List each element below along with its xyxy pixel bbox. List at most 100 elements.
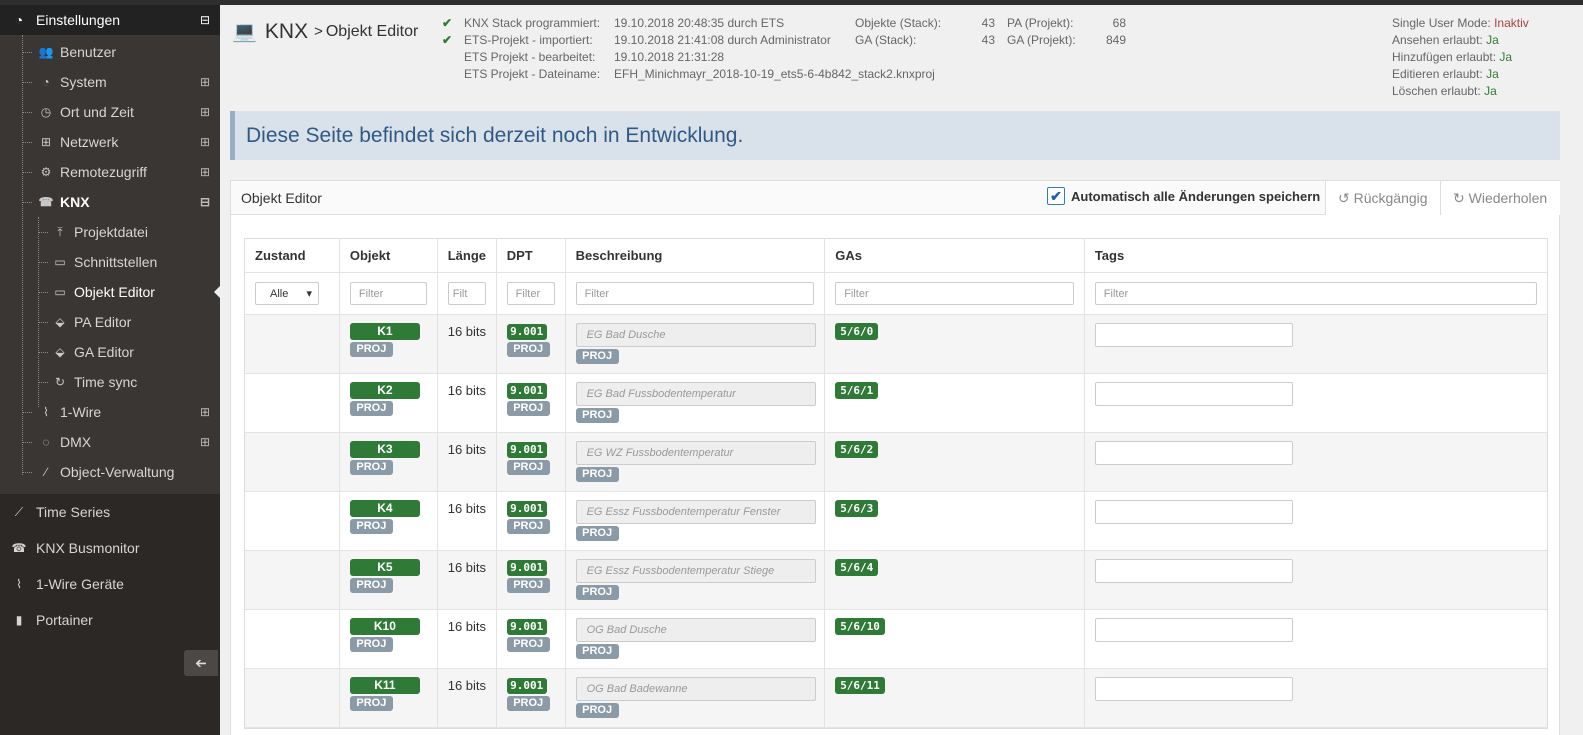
sidebar-item-ort-und-zeit[interactable]: ◷ Ort und Zeit ⊞ — [0, 97, 220, 127]
tags-input[interactable] — [1094, 382, 1293, 406]
sidebar-item-label: Remotezugriff — [60, 164, 147, 180]
column-header[interactable]: Beschreibung — [566, 238, 826, 273]
ga-badge[interactable]: 5/6/11 — [835, 677, 885, 694]
table-row[interactable]: K3 PROJ 16 bits 9.001 PROJ EG WZ Fussbodentem… — [245, 433, 1547, 492]
tags-filter-input[interactable]: Filter — [1094, 282, 1538, 305]
beschreibung-filter-input[interactable]: Filter — [575, 282, 815, 305]
expand-toggle-icon[interactable]: ⊞ — [200, 135, 210, 149]
description-input[interactable]: EG Bad Fussbodentemperatur — [575, 382, 816, 406]
object-badge[interactable]: K11 — [349, 677, 420, 694]
table-row[interactable]: K10 PROJ 16 bits 9.001 PROJ OG Bad Dusche PROJ… — [245, 610, 1547, 669]
expand-toggle-icon[interactable]: ⊞ — [200, 405, 210, 419]
ga-badge[interactable]: 5/6/0 — [835, 323, 879, 340]
dpt-badge[interactable]: 9.001 — [506, 501, 547, 517]
sidebar-item-system[interactable]: ◔ System ⊞ — [0, 67, 220, 97]
autosave-checkbox[interactable]: ✔ — [1047, 187, 1065, 205]
expand-toggle-icon[interactable]: ⊞ — [200, 75, 210, 89]
tags-input[interactable] — [1094, 323, 1293, 347]
description-input[interactable]: EG Essz Fussbodentemperatur Fenster — [575, 500, 816, 524]
dpt-badge[interactable]: 9.001 — [506, 383, 547, 399]
table-row[interactable]: K11 PROJ 16 bits 9.001 PROJ OG Bad Badewanne P… — [245, 669, 1547, 728]
collapse-toggle-icon[interactable]: ⊟ — [200, 13, 210, 27]
object-badge[interactable]: K1 — [349, 323, 420, 340]
column-header[interactable]: Objekt — [340, 238, 438, 273]
sidebar-item-projektdatei[interactable]: ⤒ Projektdatei — [0, 217, 220, 247]
tags-input[interactable] — [1094, 559, 1293, 583]
sidebar-item-dmx[interactable]: ◌ DMX ⊞ — [0, 427, 220, 457]
object-badge[interactable]: K2 — [349, 382, 420, 399]
column-header[interactable]: Tags — [1085, 239, 1547, 273]
tags-input[interactable] — [1094, 500, 1293, 524]
zustand-filter-select[interactable]: Alle ▾ — [255, 282, 319, 305]
undo-button[interactable]: ↺ Rückgängig — [1325, 181, 1440, 215]
tags-input[interactable] — [1094, 677, 1293, 701]
column-header[interactable]: Länge — [438, 238, 497, 273]
table-row[interactable]: K5 PROJ 16 bits 9.001 PROJ EG Essz Fussbodent… — [245, 551, 1547, 610]
sidebar-header-einstellungen[interactable]: ◔ Einstellungen ⊟ — [0, 5, 220, 35]
expand-toggle-icon[interactable]: ⊞ — [200, 165, 210, 179]
ga-badge[interactable]: 5/6/4 — [835, 559, 879, 576]
object-badge[interactable]: K4 — [349, 500, 420, 517]
laptop-icon: ▭ — [54, 285, 66, 299]
sidebar-item-remotezugriff[interactable]: ⚙ Remotezugriff ⊞ — [0, 157, 220, 187]
table-header-row: Zustand Objekt Länge DPT Beschreibung GAs Tags — [245, 238, 1547, 273]
sidebar-item-benutzer[interactable]: 👥 Benutzer — [0, 37, 220, 67]
dpt-filter-input[interactable]: Filter — [506, 282, 555, 305]
single-user-status: Inaktiv — [1494, 16, 1529, 30]
redo-button[interactable]: ↻ Wiederholen — [1440, 181, 1560, 215]
sidebar-item-portainer[interactable]: ▮ Portainer — [0, 602, 220, 638]
dpt-badge[interactable]: 9.001 — [506, 678, 547, 694]
laenge-filter-input[interactable]: Filt — [447, 282, 486, 305]
sidebar-item-schnittstellen[interactable]: ▭ Schnittstellen — [0, 247, 220, 277]
sidebar-item-1-wire-geraete[interactable]: ⌇ 1-Wire Geräte — [0, 566, 220, 602]
portainer-icon: ▮ — [15, 613, 23, 627]
table-row[interactable]: K1 PROJ 16 bits 9.001 PROJ EG Bad Dusche PROJ 5… — [245, 315, 1547, 374]
sidebar-item-netzwerk[interactable]: ⊞ Netzwerk ⊞ — [0, 127, 220, 157]
tags-cell — [1085, 315, 1547, 373]
object-badge[interactable]: K10 — [349, 618, 420, 635]
sidebar-item-time-series[interactable]: ⟋ Time Series — [0, 494, 220, 530]
sidebar-item-time-sync[interactable]: ↻ Time sync — [0, 367, 220, 397]
description-input[interactable]: OG Bad Badewanne — [575, 677, 816, 701]
sidebar-item-knx-busmonitor[interactable]: ☎ KNX Busmonitor — [0, 530, 220, 566]
gas-filter-input[interactable]: Filter — [835, 282, 1074, 305]
sidebar-item-knx[interactable]: ☎ KNX ⊟ — [0, 187, 220, 217]
dpt-badge[interactable]: 9.001 — [506, 442, 547, 458]
table-row[interactable]: K2 PROJ 16 bits 9.001 PROJ EG Bad Fussbodente… — [245, 374, 1547, 433]
proj-badge: PROJ — [349, 342, 393, 357]
description-input[interactable]: OG Bad Dusche — [575, 618, 816, 642]
ga-badge[interactable]: 5/6/10 — [835, 618, 885, 635]
dpt-badge[interactable]: 9.001 — [506, 619, 547, 635]
tags-input[interactable] — [1094, 441, 1293, 465]
description-input[interactable]: EG Bad Dusche — [575, 323, 816, 347]
dpt-badge[interactable]: 9.001 — [506, 324, 547, 340]
sidebar-item-1-wire[interactable]: ⌇ 1-Wire ⊞ — [0, 397, 220, 427]
ga-badge[interactable]: 5/6/1 — [835, 382, 879, 399]
object-badge[interactable]: K5 — [349, 559, 420, 576]
expand-toggle-icon[interactable]: ⊟ — [200, 195, 210, 209]
ga-badge[interactable]: 5/6/2 — [835, 441, 879, 458]
description-input[interactable]: EG Essz Fussbodentemperatur Stiege — [575, 559, 816, 583]
autosave-toggle[interactable]: ✔ Automatisch alle Änderungen speichern — [1047, 187, 1320, 205]
beschreibung-cell: EG Bad Fussbodentemperatur PROJ — [566, 374, 826, 432]
sidebar-main-menu: ⟋ Time Series ☎ KNX Busmonitor ⌇ 1-Wire Gerät… — [0, 494, 220, 735]
expand-toggle-icon[interactable]: ⊞ — [200, 435, 210, 449]
table-row[interactable]: K4 PROJ 16 bits 9.001 PROJ EG Essz Fussbodent… — [245, 492, 1547, 551]
sidebar-item-objekt-editor[interactable]: ▭ Objekt Editor — [0, 277, 221, 307]
sidebar-collapse-button[interactable]: ➔ — [184, 650, 218, 676]
expand-toggle-icon[interactable]: ⊞ — [200, 105, 210, 119]
objekt-filter-input[interactable]: Filter — [349, 282, 427, 305]
dpt-cell: 9.001 PROJ — [497, 315, 566, 373]
column-header[interactable]: DPT — [497, 238, 566, 273]
stack-count: GA (Stack): 43 — [855, 33, 995, 47]
tags-input[interactable] — [1094, 618, 1293, 642]
sidebar-item-ga-editor[interactable]: ⬙ GA Editor — [0, 337, 220, 367]
object-badge[interactable]: K3 — [349, 441, 420, 458]
ga-badge[interactable]: 5/6/3 — [835, 500, 879, 517]
column-header[interactable]: Zustand — [245, 238, 340, 273]
sidebar-item-pa-editor[interactable]: ⬙ PA Editor — [0, 307, 220, 337]
sidebar-item-object-verwaltung[interactable]: ⁄ Object-Verwaltung — [0, 457, 220, 487]
column-header[interactable]: GAs — [825, 238, 1085, 273]
description-input[interactable]: EG WZ Fussbodentemperatur — [575, 441, 816, 465]
dpt-badge[interactable]: 9.001 — [506, 560, 547, 576]
